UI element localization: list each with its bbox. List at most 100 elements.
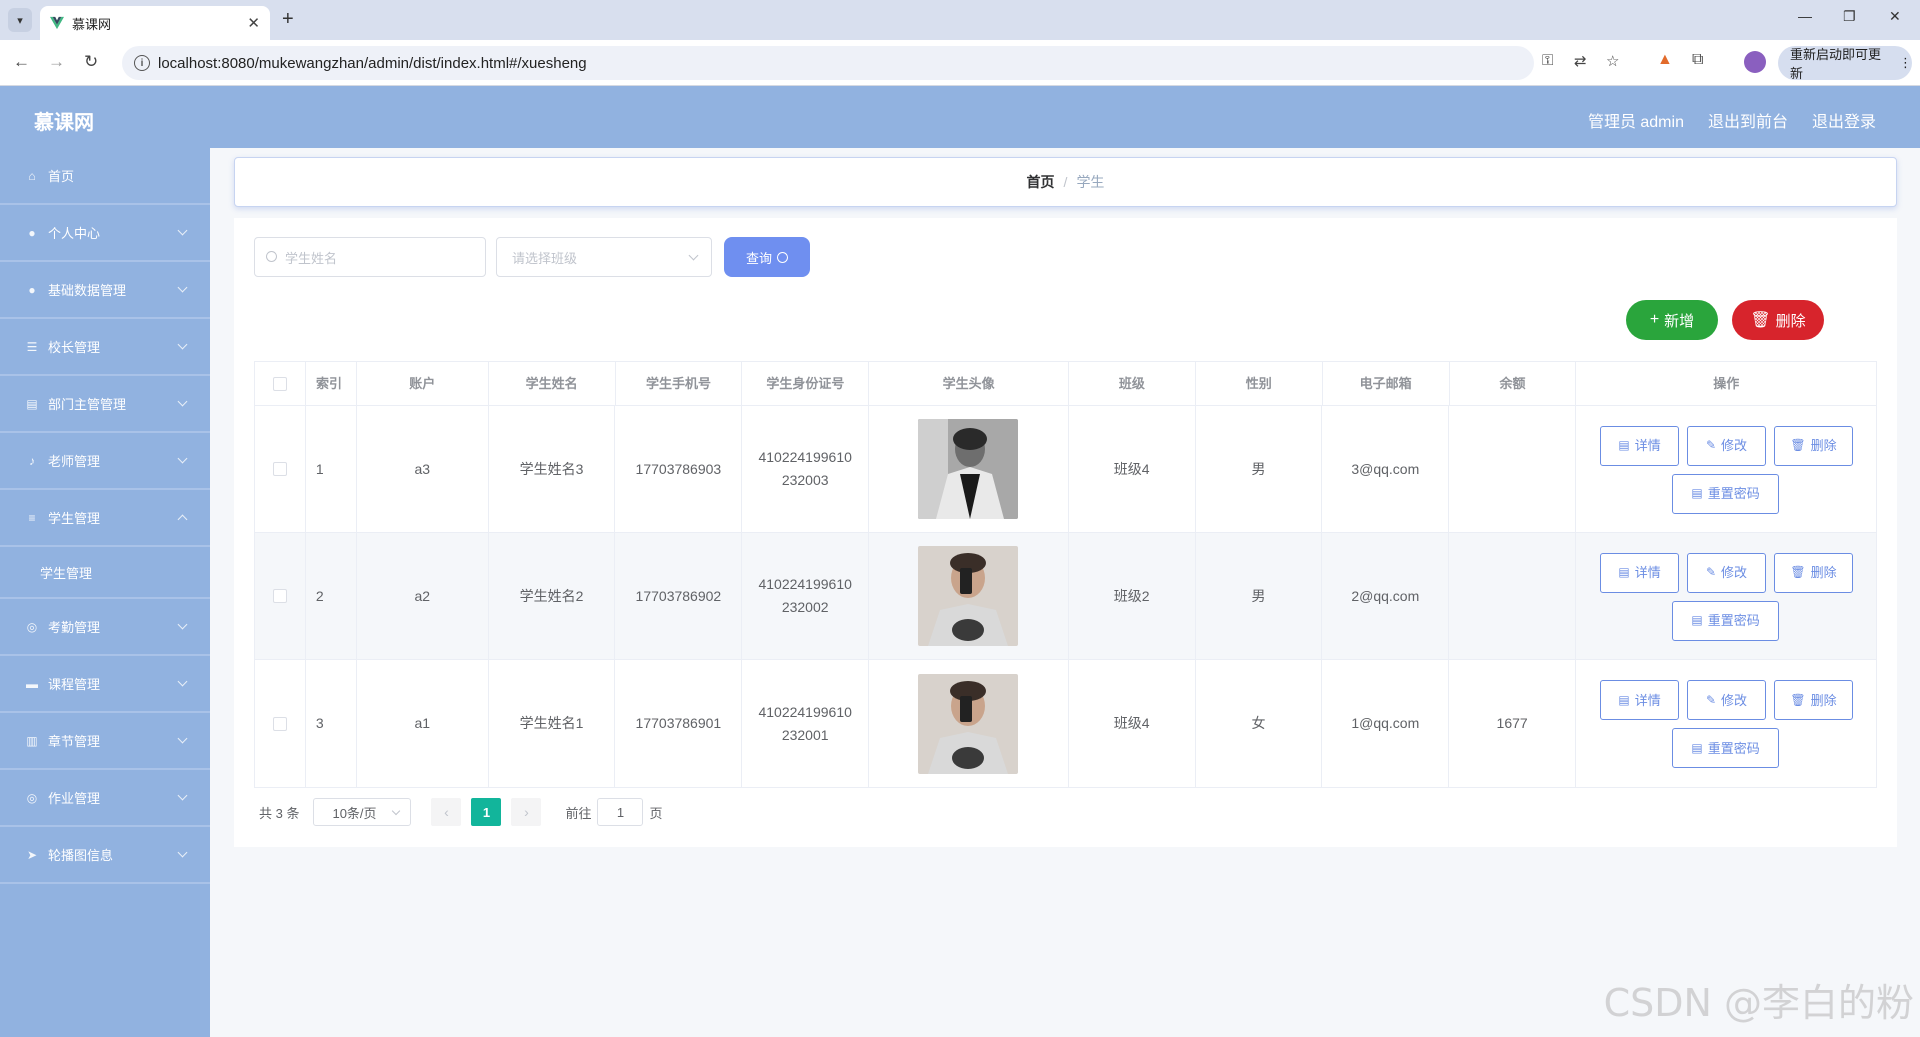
sidebar-item-attendance[interactable]: ◎ 考勤管理 bbox=[0, 599, 210, 656]
new-tab-icon[interactable]: + bbox=[282, 8, 294, 31]
sidebar-item-principal[interactable]: ☰ 校长管理 bbox=[0, 319, 210, 376]
minimize-icon[interactable]: — bbox=[1798, 8, 1812, 24]
goto-suffix: 页 bbox=[649, 805, 663, 821]
delete-button[interactable]: 🗑 删除 bbox=[1774, 680, 1854, 720]
detail-button[interactable]: ▤ 详情 bbox=[1600, 425, 1680, 466]
site-info-icon[interactable]: i bbox=[134, 55, 150, 71]
edit-button[interactable]: ✎ 修改 bbox=[1687, 425, 1767, 466]
header-cell: 学生姓名 bbox=[489, 362, 616, 405]
chevron-left-icon: ‹ bbox=[444, 804, 449, 820]
table-header-row: 索引 账户 学生姓名 学生手机号 学生身份证号 学生头像 班级 性别 电子邮箱 … bbox=[255, 362, 1876, 406]
user-icon: ● bbox=[28, 282, 36, 297]
student-avatar-image[interactable] bbox=[918, 673, 1019, 774]
tab-search-button[interactable]: ▾ bbox=[8, 8, 32, 32]
extensions-puzzle-icon[interactable]: ⧉ bbox=[1692, 51, 1703, 69]
reset-password-button[interactable]: ▤ 重置密码 bbox=[1672, 600, 1780, 641]
edit-label: 修改 bbox=[1721, 692, 1748, 708]
index-cell: 2 bbox=[306, 533, 357, 659]
class-select[interactable]: 请选择班级 bbox=[496, 237, 712, 277]
add-button[interactable]: + 新增 bbox=[1626, 300, 1718, 340]
table-row: 3 a1 学生姓名1 17703786901 410224199610 23200… bbox=[255, 660, 1876, 787]
row-checkbox[interactable] bbox=[272, 462, 287, 476]
id-number-cell: 410224199610 232002 bbox=[742, 533, 870, 659]
sidebar-item-personal[interactable]: ● 个人中心 bbox=[0, 205, 210, 262]
sidebar-item-basic-data[interactable]: ● 基础数据管理 bbox=[0, 262, 210, 319]
window-close-icon[interactable]: ✕ bbox=[1889, 8, 1901, 25]
batch-delete-button[interactable]: 🗑 删除 bbox=[1732, 300, 1824, 340]
student-name-input[interactable]: 学生姓名 bbox=[254, 237, 486, 277]
header-checkbox-cell bbox=[255, 362, 306, 405]
restore-icon[interactable]: ❐ bbox=[1843, 8, 1856, 25]
reset-password-button[interactable]: ▤ 重置密码 bbox=[1672, 473, 1780, 514]
sidebar-item-course[interactable]: ▬ 课程管理 bbox=[0, 656, 210, 713]
chevron-down-icon bbox=[177, 676, 188, 687]
url-field[interactable]: i localhost:8080/mukewangzhan/admin/dist… bbox=[122, 46, 1534, 80]
browser-tab[interactable]: 慕课网 ✕ bbox=[40, 6, 270, 40]
balance-cell bbox=[1449, 406, 1577, 532]
prev-page-button[interactable]: ‹ bbox=[431, 798, 462, 826]
close-tab-icon[interactable]: ✕ bbox=[247, 14, 260, 32]
class-cell: 班级4 bbox=[1069, 660, 1196, 787]
detail-button[interactable]: ▤ 详情 bbox=[1600, 680, 1680, 720]
id-number-part: 410224199610 bbox=[758, 449, 852, 465]
email-cell: 1@qq.com bbox=[1322, 660, 1450, 787]
to-front-link[interactable]: 退出到前台 bbox=[1708, 108, 1788, 132]
student-avatar-image[interactable] bbox=[918, 546, 1019, 646]
detail-button[interactable]: ▤ 详情 bbox=[1600, 552, 1680, 593]
header-cell: 操作 bbox=[1713, 376, 1740, 391]
page-number-active[interactable]: 1 bbox=[471, 798, 502, 826]
query-button-label: 查询 bbox=[745, 250, 772, 266]
account-cell: a3 bbox=[357, 406, 489, 532]
delete-button[interactable]: 🗑 删除 bbox=[1774, 552, 1854, 593]
sidebar-item-homework[interactable]: ◎ 作业管理 bbox=[0, 770, 210, 827]
page-size-select[interactable]: 10条/页 bbox=[313, 798, 412, 826]
sidebar-item-carousel[interactable]: ➤ 轮播图信息 bbox=[0, 827, 210, 884]
goto-page-input[interactable]: 1 bbox=[597, 798, 644, 826]
student-name-placeholder: 学生姓名 bbox=[285, 250, 338, 266]
update-button[interactable]: 重新启动即可更新 ⋮ bbox=[1778, 46, 1912, 81]
edit-button[interactable]: ✎ 修改 bbox=[1687, 680, 1767, 720]
sidebar-item-student[interactable]: ≡ 学生管理 bbox=[0, 490, 210, 547]
account-cell: a2 bbox=[357, 533, 489, 659]
phone-cell: 17703786901 bbox=[615, 660, 743, 787]
back-icon[interactable]: ← bbox=[13, 52, 30, 72]
goto-prefix: 前往 bbox=[565, 805, 592, 821]
sidebar-item-chapter[interactable]: ▥ 章节管理 bbox=[0, 713, 210, 770]
bookmark-star-icon[interactable]: ☆ bbox=[1606, 52, 1619, 70]
sidebar-item-teacher[interactable]: ♪ 老师管理 bbox=[0, 433, 210, 490]
breadcrumb-home[interactable]: 首页 bbox=[1027, 172, 1055, 192]
reload-icon[interactable]: ↻ bbox=[84, 52, 98, 72]
edit-button[interactable]: ✎ 修改 bbox=[1687, 552, 1767, 593]
table-row: 1 a3 学生姓名3 17703786903 410224199610 23200… bbox=[255, 406, 1876, 533]
detail-label: 详情 bbox=[1634, 565, 1661, 580]
extension-icon[interactable]: ▲ bbox=[1657, 51, 1673, 69]
document-icon: ▤ bbox=[1691, 486, 1703, 500]
sidebar-item-dept-head[interactable]: ▤ 部门主管管理 bbox=[0, 376, 210, 433]
tab-title: 慕课网 bbox=[72, 16, 112, 32]
select-all-checkbox[interactable] bbox=[272, 376, 287, 391]
sidebar-item-home[interactable]: ⌂ 首页 bbox=[0, 148, 210, 205]
reset-password-button[interactable]: ▤ 重置密码 bbox=[1672, 728, 1780, 768]
student-avatar-image[interactable] bbox=[918, 419, 1019, 519]
mic-icon: ♪ bbox=[29, 453, 35, 468]
logout-link[interactable]: 退出登录 bbox=[1812, 108, 1876, 132]
edit-icon: ✎ bbox=[1705, 438, 1717, 452]
home-icon: ⌂ bbox=[28, 168, 36, 183]
forward-icon[interactable]: → bbox=[48, 52, 65, 72]
query-button[interactable]: 查询 bbox=[724, 237, 810, 277]
student-table: 索引 账户 学生姓名 学生手机号 学生身份证号 学生头像 班级 性别 电子邮箱 … bbox=[254, 361, 1877, 788]
delete-button[interactable]: 🗑 删除 bbox=[1774, 425, 1854, 466]
translate-icon[interactable]: ⇄ bbox=[1574, 52, 1587, 70]
row-checkbox-cell bbox=[255, 406, 306, 532]
clipboard-icon: ▤ bbox=[26, 396, 38, 411]
sidebar-subitem-student-manage[interactable]: 学生管理 bbox=[0, 547, 210, 599]
password-key-icon[interactable]: ⚿ bbox=[1542, 52, 1553, 69]
row-checkbox[interactable] bbox=[272, 716, 287, 731]
edit-label: 修改 bbox=[1721, 438, 1748, 453]
edit-icon: ✎ bbox=[1705, 565, 1717, 579]
profile-avatar[interactable] bbox=[1744, 51, 1766, 73]
next-page-button[interactable]: › bbox=[511, 798, 542, 826]
row-checkbox[interactable] bbox=[272, 589, 287, 603]
breadcrumb-separator: / bbox=[1063, 174, 1068, 190]
chat-icon: ▬ bbox=[26, 676, 38, 691]
